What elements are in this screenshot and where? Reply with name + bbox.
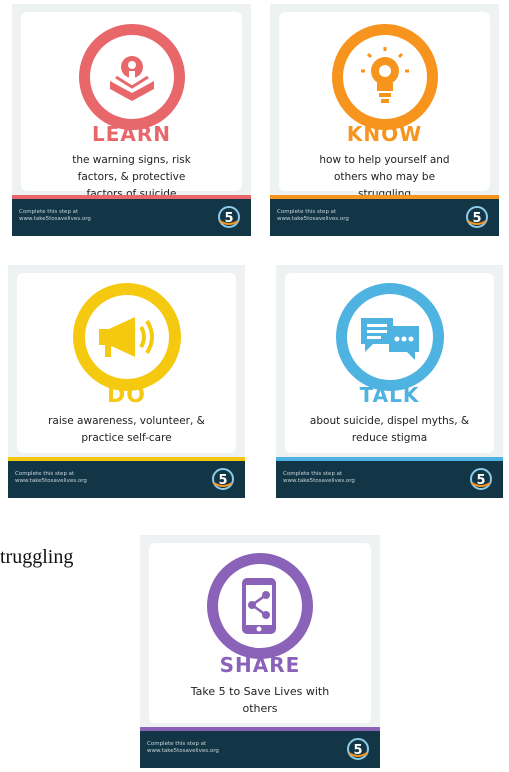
- talk-circle: [335, 283, 444, 391]
- do-card: DO raise awareness, volunteer, & practic…: [8, 265, 245, 498]
- svg-text:5: 5: [476, 473, 485, 488]
- footer-line1: Complete this step at: [147, 741, 207, 747]
- footer-line2[interactable]: www.take5tosavelives.org: [147, 748, 219, 755]
- card-body: LEARN the warning signs, risk factors, &…: [21, 12, 242, 200]
- learn-circle: [78, 24, 185, 130]
- talk-word: TALK: [359, 383, 420, 407]
- learn-word: LEARN: [91, 122, 172, 146]
- card-footer: Complete this step at www.take5tosaveliv…: [12, 199, 251, 236]
- footer-text: Complete this step at www.take5tosaveliv…: [147, 741, 219, 755]
- svg-text:5: 5: [218, 473, 227, 488]
- footer-text: Complete this step at www.take5tosaveliv…: [277, 209, 349, 223]
- card-footer: Complete this step at www.take5tosaveliv…: [140, 731, 380, 768]
- footer-line1: Complete this step at: [277, 209, 337, 215]
- know-circle: [331, 24, 438, 130]
- footer-line2[interactable]: www.take5tosavelives.org: [19, 216, 91, 223]
- card-footer: Complete this step at www.take5tosaveliv…: [8, 461, 245, 498]
- talk-description: about suicide, dispel myths, & reduce st…: [309, 415, 470, 444]
- megaphone-icon: [98, 317, 154, 357]
- share-card: SHARE Take 5 to Save Lives with others C…: [140, 535, 380, 768]
- footer-line2[interactable]: www.take5tosavelives.org: [277, 216, 349, 223]
- learn-card: LEARN the warning signs, risk factors, &…: [12, 4, 251, 236]
- card-body: TALK about suicide, dispel myths, & redu…: [285, 273, 494, 453]
- footer-line1: Complete this step at: [15, 471, 75, 477]
- card-body: KNOW how to help yourself and others who…: [279, 12, 490, 200]
- do-word: DO: [107, 383, 146, 408]
- phone-share-icon: [242, 578, 276, 634]
- footer-line1: Complete this step at: [19, 209, 79, 215]
- card-footer: Complete this step at www.take5tosaveliv…: [276, 461, 503, 498]
- know-card: KNOW how to help yourself and others who…: [270, 4, 499, 236]
- speech-bubbles-icon: [360, 318, 419, 360]
- footer-line2[interactable]: www.take5tosavelives.org: [15, 478, 87, 485]
- take5-logo: 5: [469, 467, 493, 491]
- lightbulb-icon: [360, 47, 409, 103]
- footer-text: Complete this step at www.take5tosaveliv…: [19, 209, 91, 223]
- card-body: SHARE Take 5 to Save Lives with others: [149, 543, 371, 723]
- take5-logo: 5: [346, 737, 370, 761]
- footer-text: Complete this step at www.take5tosaveliv…: [15, 471, 87, 485]
- take5-logo: 5: [211, 467, 235, 491]
- share-word: SHARE: [219, 653, 301, 677]
- cropped-text: truggling: [0, 546, 74, 568]
- share-circle: [207, 553, 313, 659]
- card-footer: Complete this step at www.take5tosaveliv…: [270, 199, 499, 236]
- svg-text:5: 5: [353, 743, 362, 758]
- do-circle: [72, 283, 181, 391]
- svg-text:5: 5: [472, 211, 481, 226]
- do-description: raise awareness, volunteer, & practice s…: [48, 415, 205, 444]
- footer-line1: Complete this step at: [283, 471, 343, 477]
- footer-text: Complete this step at www.take5tosaveliv…: [283, 471, 355, 485]
- footer-line2[interactable]: www.take5tosavelives.org: [283, 478, 355, 485]
- card-body: DO raise awareness, volunteer, & practic…: [17, 273, 236, 453]
- book-lightbulb-icon: [109, 56, 154, 101]
- talk-card: TALK about suicide, dispel myths, & redu…: [276, 265, 503, 498]
- share-description: Take 5 to Save Lives with others: [190, 685, 330, 715]
- take5-logo: 5: [465, 205, 489, 229]
- take5-logo: 5: [217, 205, 241, 229]
- know-word: KNOW: [346, 122, 423, 146]
- svg-text:5: 5: [224, 211, 233, 226]
